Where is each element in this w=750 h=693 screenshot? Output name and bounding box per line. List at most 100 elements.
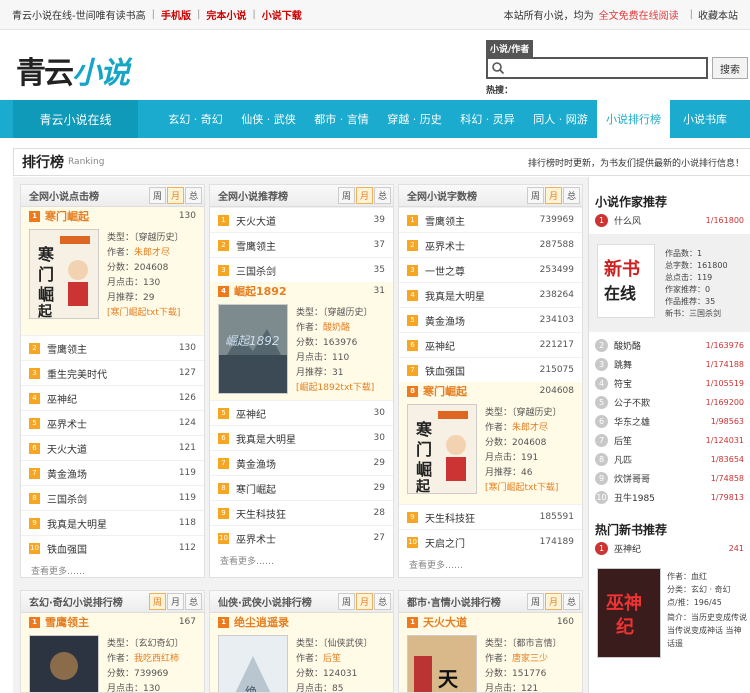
book-cover[interactable]: 天 — [407, 635, 477, 692]
tab-week[interactable]: 周 — [338, 593, 355, 610]
author-name[interactable]: 后笙 — [614, 434, 632, 447]
author-item[interactable]: 9 炊饼哥哥 1/74858 — [589, 469, 750, 488]
author-name[interactable]: 跳舞 — [614, 358, 632, 371]
completed-link[interactable]: 完本小说 — [206, 7, 246, 22]
search-button[interactable]: 搜索 — [712, 57, 748, 79]
book-cover[interactable]: 崛起1892 — [218, 304, 288, 394]
book-name[interactable]: 我真是大明星 — [236, 431, 374, 446]
tab-week[interactable]: 周 — [527, 187, 544, 204]
author-item[interactable]: 7 后笙 1/124031 — [589, 431, 750, 450]
tab-month[interactable]: 月 — [545, 187, 562, 204]
nav-library[interactable]: 小说书库 — [670, 100, 740, 138]
author-name[interactable]: 炊饼哥哥 — [614, 472, 650, 485]
tab-total[interactable]: 总 — [374, 593, 391, 610]
tab-total[interactable]: 总 — [563, 593, 580, 610]
download-link[interactable]: [寒门崛起txt下载] — [107, 306, 184, 321]
list-item[interactable]: 6 我真是大明星 30 — [210, 425, 393, 450]
book-name[interactable]: 天生科技狂 — [236, 506, 374, 521]
download-link[interactable]: [寒门崛起txt下载] — [485, 481, 562, 496]
list-item[interactable]: 6 巫神纪 221217 — [399, 332, 582, 357]
book-name[interactable]: 雪鹰领主 — [425, 213, 540, 228]
list-item[interactable]: 7 黄金渔场 119 — [21, 460, 204, 485]
tab-week[interactable]: 周 — [527, 593, 544, 610]
author-name[interactable]: 凡匹 — [614, 453, 632, 466]
tab-total[interactable]: 总 — [185, 187, 202, 204]
list-item[interactable]: 1 天火大道 39 — [210, 207, 393, 232]
list-item[interactable]: 5 巫神纪 30 — [210, 400, 393, 425]
tab-week[interactable]: 周 — [338, 187, 355, 204]
book-name[interactable]: 天火大道 — [47, 441, 179, 456]
book-name[interactable]: 巫界术士 — [47, 416, 179, 431]
tab-month[interactable]: 月 — [356, 593, 373, 610]
tab-week[interactable]: 周 — [149, 187, 166, 204]
list-item[interactable]: 3 三国杀剑 35 — [210, 257, 393, 282]
author-item[interactable]: 1 什么风 1/161800 — [589, 211, 750, 230]
view-more-link[interactable]: 查看更多…… — [210, 550, 393, 570]
nav-tongren[interactable]: 同人 · 网游 — [524, 100, 597, 138]
book-name[interactable]: 天生科技狂 — [425, 510, 540, 525]
book-title[interactable]: 雪鹰领主 — [45, 614, 89, 630]
book-title[interactable]: 寒门崛起 — [45, 208, 89, 224]
list-item[interactable]: 9 天生科技狂 185591 — [399, 504, 582, 529]
book-title[interactable]: 绝尘逍遥录 — [234, 614, 289, 630]
tab-total[interactable]: 总 — [563, 187, 580, 204]
nav-xianxia[interactable]: 仙侠 · 武侠 — [232, 100, 305, 138]
author-name[interactable]: 符宝 — [614, 377, 632, 390]
nav-xuanhuan[interactable]: 玄幻 · 奇幻 — [159, 100, 232, 138]
author-item[interactable]: 2 酸奶酪 1/163976 — [589, 336, 750, 355]
book-cover[interactable]: 寒门崛起 — [29, 229, 99, 320]
list-item[interactable]: 7 黄金渔场 29 — [210, 450, 393, 475]
book-name[interactable]: 巫神纪 — [47, 391, 179, 406]
author-item[interactable]: 3 跳舞 1/174188 — [589, 355, 750, 374]
book-name[interactable]: 铁血强国 — [47, 541, 179, 556]
list-item[interactable]: 4 巫神纪 126 — [21, 385, 204, 410]
book-name[interactable]: 一世之尊 — [425, 263, 540, 278]
site-logo[interactable]: 青云 小说 — [16, 48, 130, 92]
book-name[interactable]: 巫神纪 — [425, 338, 540, 353]
list-item[interactable]: 10 铁血强国 112 — [21, 535, 204, 560]
author-item[interactable]: 8 凡匹 1/83654 — [589, 450, 750, 469]
list-item[interactable]: 5 黄金渔场 234103 — [399, 307, 582, 332]
book-name[interactable]: 雪鹰领主 — [236, 238, 374, 253]
tab-month[interactable]: 月 — [167, 187, 184, 204]
book-name[interactable]: 雪鹰领主 — [47, 341, 179, 356]
author-name[interactable]: 丑牛1985 — [614, 491, 655, 504]
author-item[interactable]: 5 公子不欺 1/169200 — [589, 393, 750, 412]
book-title[interactable]: 天火大道 — [423, 614, 467, 630]
new-book-item[interactable]: 1 巫神纪 241 — [589, 539, 750, 558]
book-name[interactable]: 我真是大明星 — [425, 288, 540, 303]
tab-total[interactable]: 总 — [185, 593, 202, 610]
author-item[interactable]: 10 丑牛1985 1/79813 — [589, 488, 750, 507]
author-name[interactable]: 公子不欺 — [614, 396, 650, 409]
list-item[interactable]: 9 我真是大明星 118 — [21, 510, 204, 535]
book-title[interactable]: 寒门崛起 — [423, 383, 467, 399]
book-name[interactable]: 寒门崛起 — [236, 481, 374, 496]
book-cover[interactable]: 寒门崛起 — [407, 404, 477, 495]
book-cover[interactable]: 巫神纪 — [597, 568, 661, 658]
search-tab[interactable]: 小说/作者 — [486, 40, 534, 57]
author-avatar[interactable]: 新书 在线 — [597, 244, 655, 318]
view-more-link[interactable]: 查看更多…… — [21, 560, 204, 580]
book-name[interactable]: 巫神纪 — [236, 406, 374, 421]
nav-dushi[interactable]: 都市 · 言情 — [305, 100, 378, 138]
list-item[interactable]: 8 三国杀剑 119 — [21, 485, 204, 510]
book-name[interactable]: 巫界术士 — [236, 531, 374, 546]
book-name[interactable]: 重生完美时代 — [47, 366, 179, 381]
list-item[interactable]: 5 巫界术士 124 — [21, 410, 204, 435]
book-name[interactable]: 三国杀剑 — [236, 263, 374, 278]
list-item[interactable]: 2 雪鹰领主 37 — [210, 232, 393, 257]
book-title[interactable]: 崛起1892 — [234, 283, 287, 299]
search-input[interactable] — [486, 57, 708, 79]
list-item[interactable]: 10 巫界术士 27 — [210, 525, 393, 550]
tab-week[interactable]: 周 — [149, 593, 166, 610]
download-link[interactable]: 小说下载 — [262, 7, 302, 22]
book-name[interactable]: 铁血强国 — [425, 363, 540, 378]
book-name[interactable]: 天火大道 — [236, 213, 374, 228]
book-cover[interactable]: 绝 — [218, 635, 288, 692]
book-cover[interactable] — [29, 635, 99, 692]
mobile-link[interactable]: 手机版 — [161, 7, 191, 22]
list-item[interactable]: 3 重生完美时代 127 — [21, 360, 204, 385]
book-name[interactable]: 我真是大明星 — [47, 516, 179, 531]
nav-chuanyue[interactable]: 穿越 · 历史 — [378, 100, 451, 138]
list-item[interactable]: 2 巫界术士 287588 — [399, 232, 582, 257]
